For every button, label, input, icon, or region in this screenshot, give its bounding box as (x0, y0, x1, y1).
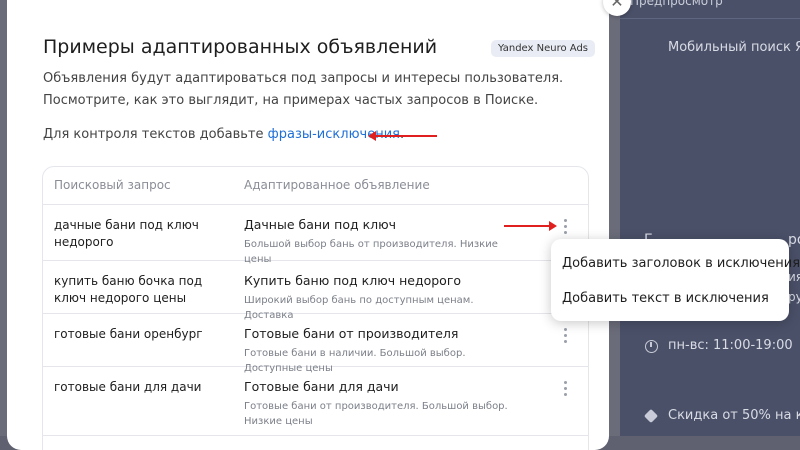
row-query: купить баню бочка под ключ недорого цены (54, 274, 203, 305)
row-query: готовые бани для дачи (54, 380, 202, 394)
row-headline: Дачные бани под ключ (244, 217, 397, 232)
neuro-ads-badge: Yandex Neuro Ads (491, 40, 595, 57)
modal-description: Объявления будут адаптироваться под запр… (43, 68, 563, 112)
row-headline: Готовые бани от производителя (244, 326, 459, 341)
examples-table: Поисковый запрос Адаптированное объявлен… (42, 166, 589, 450)
preview-clipped-text: ия (788, 270, 800, 284)
exclusions-hint: Для контроля текстов добавьте фразы-искл… (43, 127, 404, 142)
modal-title: Примеры адаптированных объявлений (43, 36, 438, 58)
row-headline: Готовые бани для дачи (244, 379, 399, 394)
preview-clipped-text: ро (788, 232, 800, 248)
tab-divider (620, 18, 800, 19)
description-line: Объявления будут адаптироваться под запр… (43, 71, 564, 86)
more-options-icon[interactable] (561, 379, 571, 397)
table-header: Поисковый запрос Адаптированное объявлен… (43, 167, 588, 205)
hint-prefix: Для контроля текстов добавьте (43, 127, 268, 142)
description-line: Посмотрите, как это выглядит, на примера… (43, 93, 539, 108)
row-headline: Купить баню под ключ недорого (244, 273, 462, 288)
clock-icon (645, 340, 658, 353)
annotation-arrow (504, 221, 557, 231)
preview-clipped-text: ру (788, 290, 800, 304)
table-row: готовые бани для дачи Готовые бани для д… (43, 367, 588, 436)
mobile-search-label: Мобильный поиск Ян (668, 40, 800, 55)
table-row: дачные бани под ключ недорого Дачные бан… (43, 205, 588, 265)
more-options-icon[interactable] (561, 326, 571, 344)
tag-icon (643, 408, 659, 424)
examples-modal: Примеры адаптированных объявлений Yandex… (7, 0, 609, 450)
close-icon: ✕ (610, 0, 624, 11)
row-query: дачные бани под ключ недорого (54, 218, 199, 249)
menu-item-add-text-exclusion[interactable]: Добавить текст в исключения (562, 291, 769, 306)
menu-item-add-headline-exclusion[interactable]: Добавить заголовок в исключения (562, 256, 800, 271)
table-row: готовые бани оренбург Готовые бани от пр… (43, 314, 588, 374)
context-menu: Добавить заголовок в исключения Добавить… (551, 239, 800, 321)
working-hours: пн-вс: 11:00-19:00 (668, 338, 793, 353)
preview-tab[interactable]: Предпросмотр (630, 0, 723, 8)
row-text: Готовые бани от производителя. Большой в… (244, 401, 508, 427)
preview-panel: Предпросмотр Мобильный поиск Ян Г ро ия … (620, 0, 800, 436)
annotation-arrow (368, 131, 437, 141)
table-row: купить баню бочка под ключ недорого цены… (43, 261, 588, 321)
column-header-query: Поисковый запрос (54, 178, 171, 192)
more-options-icon[interactable] (561, 217, 571, 235)
column-header-ad: Адаптированное объявление (244, 178, 430, 192)
promo-text: Скидка от 50% на колл (668, 408, 800, 423)
row-query: готовые бани оренбург (54, 327, 203, 341)
